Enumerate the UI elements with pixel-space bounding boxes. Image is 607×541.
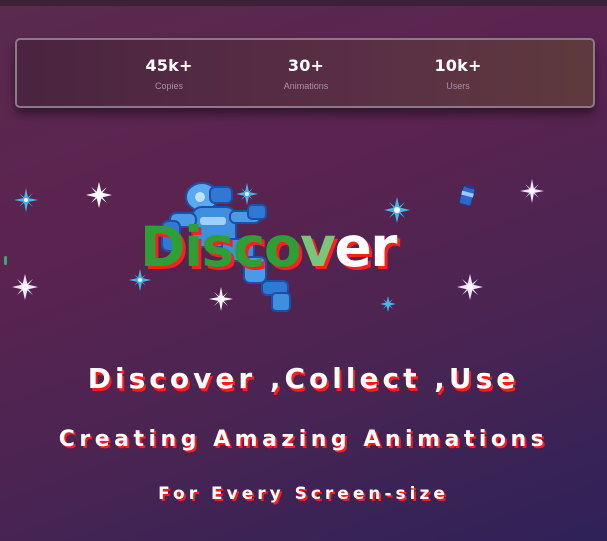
stat-value: 30+ <box>287 56 325 75</box>
stat-copies: 45k+ Copies <box>114 56 224 91</box>
sparkle-icon <box>14 188 38 212</box>
sparkle-icon <box>86 182 112 208</box>
stat-users: 10k+ Users <box>403 56 513 91</box>
headline-part: v <box>300 215 336 279</box>
hero-animation: Discover <box>0 150 607 350</box>
stat-label: Animations <box>283 81 329 91</box>
stat-animations: 30+ Animations <box>251 56 361 91</box>
discover-headline: Discover <box>140 215 398 279</box>
stat-label: Copies <box>154 81 183 91</box>
headline-part: er <box>334 215 398 279</box>
headline-part: sco <box>201 215 302 279</box>
sparkle-icon <box>12 274 38 300</box>
can-icon <box>458 184 476 207</box>
top-strip <box>0 0 607 6</box>
sparkle-icon <box>520 179 544 203</box>
edge-marker <box>4 256 7 265</box>
tagline-secondary: Creating Amazing Animations <box>58 427 549 452</box>
stat-value: 10k+ <box>434 56 482 75</box>
tagline-tertiary: For Every Screen-size <box>158 484 449 504</box>
stat-value: 45k+ <box>145 56 193 75</box>
stat-label: Users <box>446 81 470 91</box>
tagline-primary: Discover ,Collect ,Use <box>87 362 520 395</box>
headline-part: Di <box>140 215 203 279</box>
sparkle-icon <box>457 274 483 300</box>
sparkle-icon <box>380 296 396 312</box>
stats-card: 45k+ Copies 30+ Animations 10k+ Users <box>15 38 595 108</box>
